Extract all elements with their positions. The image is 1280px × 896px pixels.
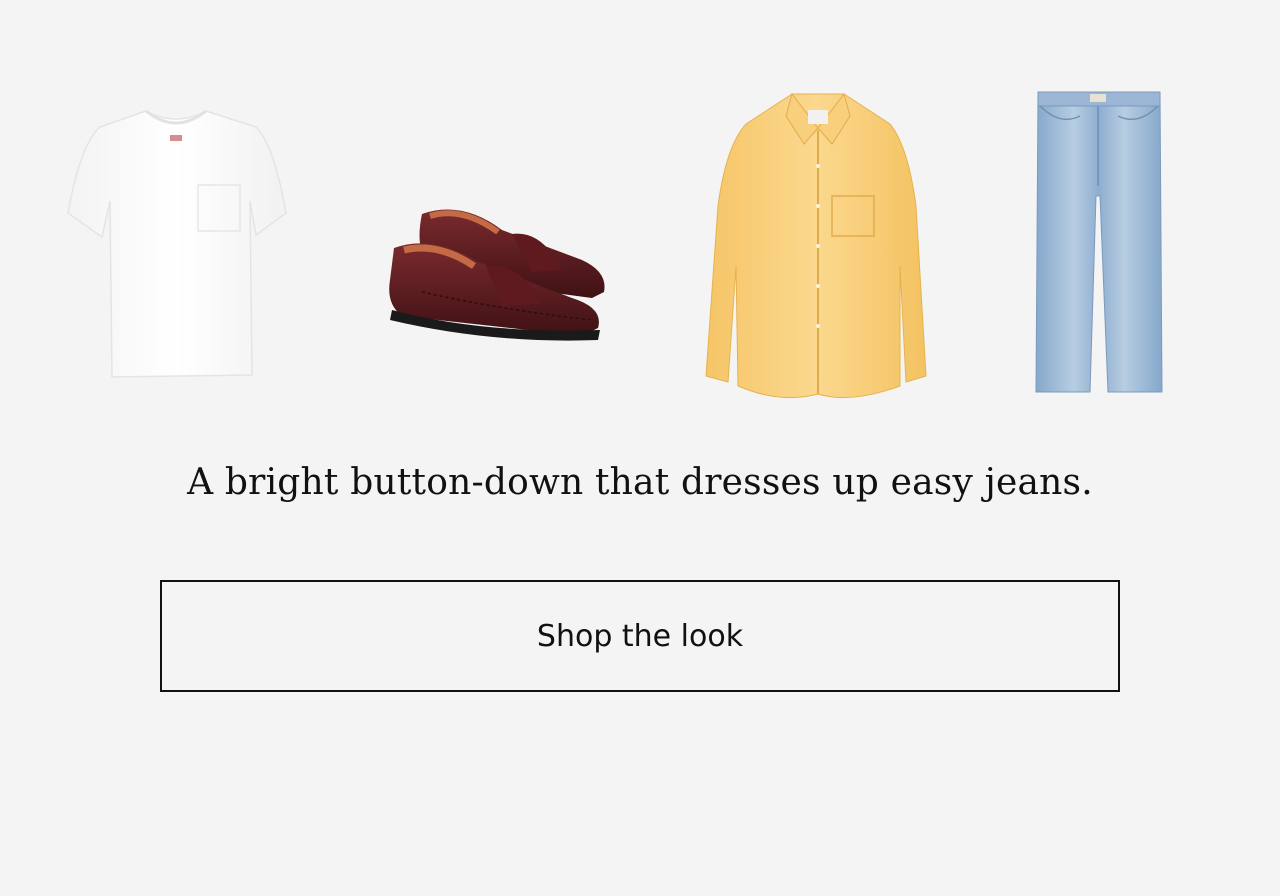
light-wash-jeans-image[interactable]: [1030, 86, 1168, 400]
yellow-oxford-shirt-image[interactable]: [700, 86, 935, 411]
headline: A bright button-down that dresses up eas…: [187, 462, 1093, 503]
burgundy-penny-loafers-image[interactable]: [382, 200, 614, 350]
white-pocket-tee-image[interactable]: [60, 105, 292, 385]
shop-the-look-label: Shop the look: [536, 618, 744, 654]
shop-the-look-button[interactable]: Shop the look: [160, 580, 1120, 692]
